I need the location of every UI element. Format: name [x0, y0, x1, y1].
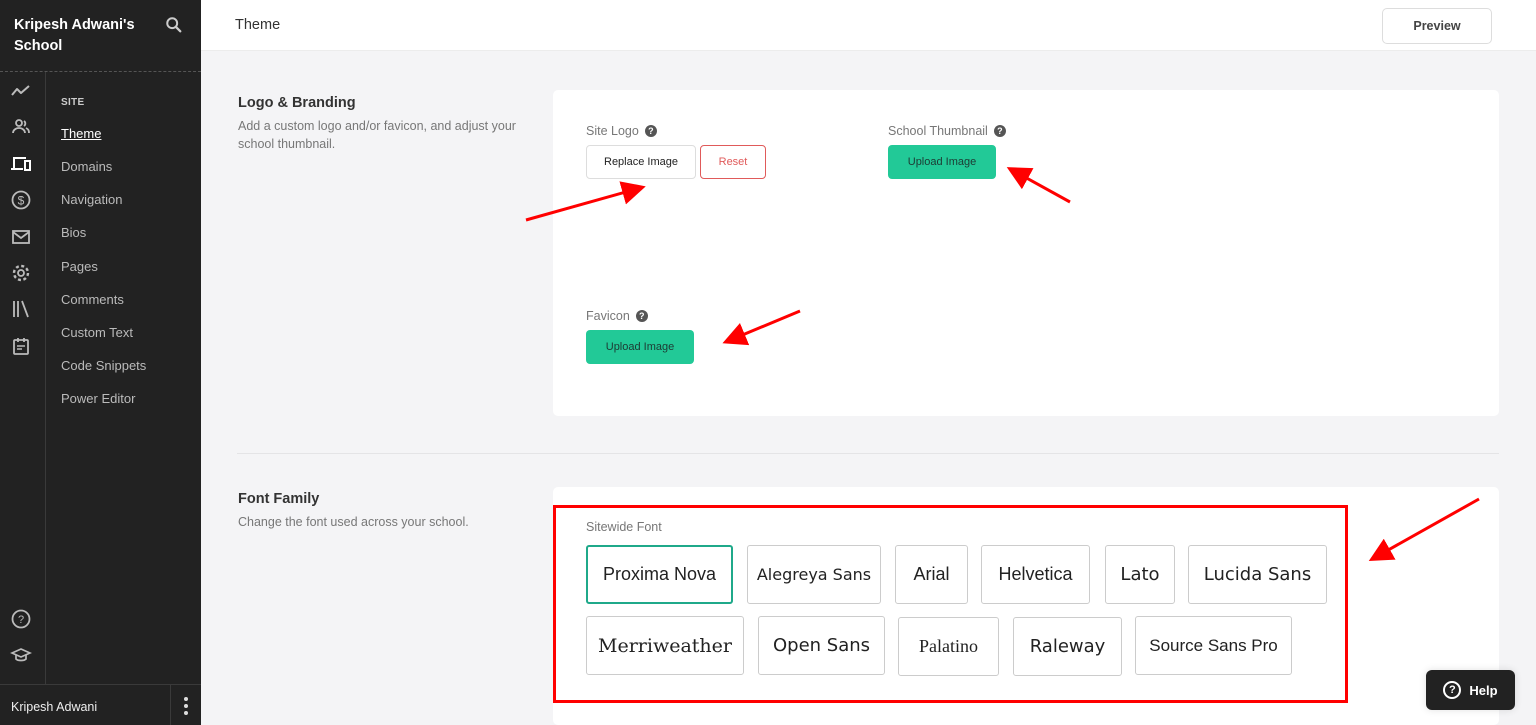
font-option-lato[interactable]: Lato [1105, 545, 1175, 604]
users-icon[interactable] [10, 116, 32, 138]
sitewide-font-label: Sitewide Font [586, 520, 662, 534]
sidebar-item-navigation[interactable]: Navigation [61, 192, 122, 207]
question-icon[interactable]: ? [644, 125, 657, 137]
sidebar-item-custom-text[interactable]: Custom Text [61, 325, 133, 340]
page-title: Theme [235, 17, 281, 33]
preview-button[interactable]: Preview [1382, 8, 1492, 44]
sidebar-item-code-snippets[interactable]: Code Snippets [61, 358, 146, 373]
search-icon[interactable] [165, 16, 185, 36]
question-icon[interactable]: ? [635, 310, 648, 322]
svg-text:?: ? [18, 614, 24, 626]
favicon-upload-button[interactable]: Upload Image [586, 330, 694, 364]
graduation-cap-icon[interactable] [9, 644, 33, 666]
sidebar-item-comments[interactable]: Comments [61, 292, 124, 307]
settings-icon[interactable] [10, 262, 32, 284]
thumbnail-upload-button[interactable]: Upload Image [888, 145, 996, 179]
sales-icon[interactable]: $ [10, 189, 32, 211]
favicon-label: Favicon ? [586, 309, 648, 323]
section-divider [237, 453, 1499, 454]
site-logo-label: Site Logo ? [586, 124, 657, 138]
help-circle-icon[interactable]: ? [10, 608, 32, 630]
top-bar: Theme Preview [201, 0, 1536, 51]
svg-text:$: $ [18, 194, 25, 208]
site-sub-nav: SITE Theme Domains Navigation Bios Pages… [46, 72, 201, 684]
user-footer: Kripesh Adwani [0, 684, 201, 725]
sidebar-item-bios[interactable]: Bios [61, 225, 86, 240]
help-label: Help [1469, 682, 1498, 698]
sidebar-item-domains[interactable]: Domains [61, 159, 112, 174]
sidebar-item-pages[interactable]: Pages [61, 259, 98, 274]
help-icon: ? [1443, 681, 1462, 699]
analytics-icon[interactable] [10, 80, 32, 102]
font-option-raleway[interactable]: Raleway [1013, 617, 1122, 676]
user-name[interactable]: Kripesh Adwani [11, 700, 97, 714]
font-option-proxima-nova[interactable]: Proxima Nova [586, 545, 733, 604]
font-option-lucida-sans[interactable]: Lucida Sans [1188, 545, 1327, 604]
email-icon[interactable] [10, 226, 32, 248]
school-thumbnail-label: School Thumbnail ? [888, 124, 1006, 138]
font-option-alegreya-sans[interactable]: Alegreya Sans [747, 545, 881, 604]
calendar-icon[interactable] [10, 335, 32, 357]
replace-image-button[interactable]: Replace Image [586, 145, 696, 179]
font-option-open-sans[interactable]: Open Sans [758, 616, 885, 675]
font-option-palatino[interactable]: Palatino [898, 617, 999, 676]
kebab-menu-icon[interactable] [170, 685, 201, 725]
school-thumbnail-label-text: School Thumbnail [888, 124, 988, 138]
logo-branding-title: Logo & Branding [238, 95, 356, 111]
sidebar: Kripesh Adwani's School $ ? SITE Theme D… [0, 0, 201, 725]
font-option-helvetica[interactable]: Helvetica [981, 545, 1090, 604]
font-option-source-sans-pro[interactable]: Source Sans Pro [1135, 616, 1292, 675]
site-logo-label-text: Site Logo [586, 124, 639, 138]
section-label: SITE [61, 97, 85, 108]
site-icon[interactable] [10, 153, 32, 175]
font-family-description: Change the font used across your school. [238, 515, 469, 529]
reset-button[interactable]: Reset [700, 145, 766, 179]
school-name[interactable]: Kripesh Adwani's School [14, 15, 154, 57]
question-icon[interactable]: ? [993, 125, 1006, 137]
font-option-merriweather[interactable]: Merriweather [586, 616, 744, 675]
help-button[interactable]: ? Help [1426, 670, 1515, 710]
library-icon[interactable] [10, 298, 32, 320]
font-family-title: Font Family [238, 491, 320, 507]
font-option-arial[interactable]: Arial [895, 545, 968, 604]
logo-branding-card [553, 90, 1499, 416]
favicon-label-text: Favicon [586, 309, 630, 323]
sidebar-item-theme[interactable]: Theme [61, 126, 101, 141]
school-header: Kripesh Adwani's School [0, 0, 201, 72]
icon-rail: $ ? [0, 72, 46, 684]
sidebar-item-power-editor[interactable]: Power Editor [61, 391, 135, 406]
logo-branding-description: Add a custom logo and/or favicon, and ad… [238, 119, 516, 151]
